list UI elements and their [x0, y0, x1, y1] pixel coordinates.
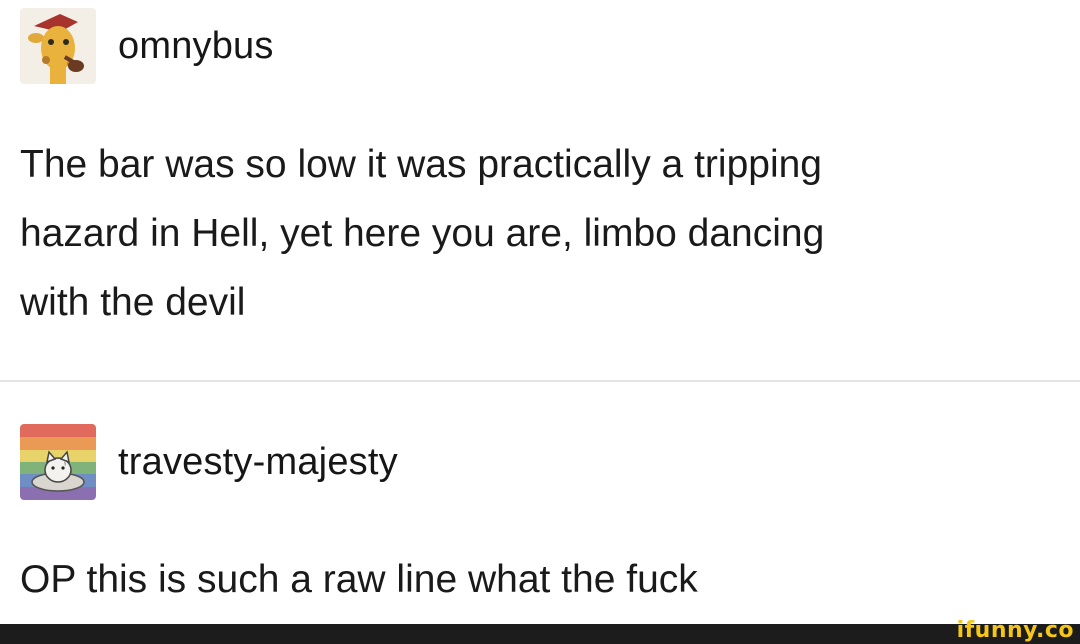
giraffe-avatar-icon[interactable] — [20, 8, 96, 84]
cat-on-rainbow-avatar-icon[interactable] — [20, 424, 96, 500]
post-header-travesty-majesty: travesty-majesty — [20, 424, 398, 500]
post-header-omnybus: omnybus — [20, 8, 274, 84]
post-divider — [0, 380, 1080, 382]
post-body: The bar was so low it was practically a … — [20, 130, 824, 337]
post-text-line: hazard in Hell, yet here you are, limbo … — [20, 212, 825, 255]
post-username[interactable]: travesty-majesty — [118, 441, 398, 484]
ifunny-watermark: ifunny.co — [956, 618, 1074, 643]
footer-bar — [0, 624, 1080, 644]
post-text-line: OP this is such a raw line what the fuck — [20, 558, 698, 601]
post-body: OP this is such a raw line what the fuck — [20, 545, 698, 614]
post-text-line: with the devil — [20, 281, 246, 324]
post-text-line: The bar was so low it was practically a … — [20, 143, 822, 186]
post-username[interactable]: omnybus — [118, 25, 274, 68]
